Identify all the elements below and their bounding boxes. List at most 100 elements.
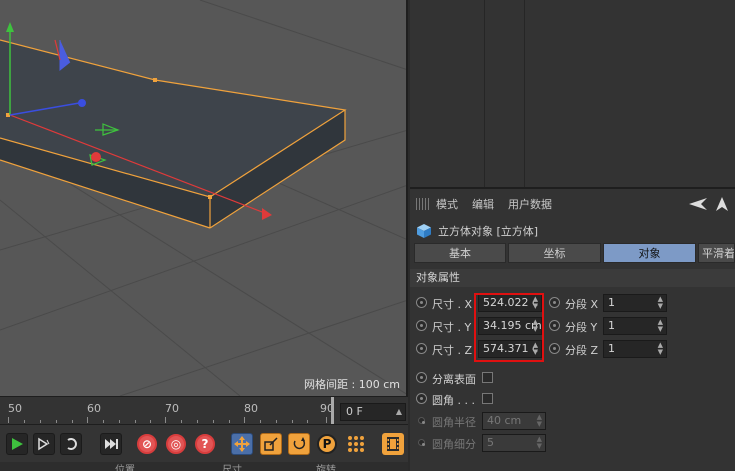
object-manager-panel[interactable] xyxy=(410,0,735,187)
tick-label: 60 xyxy=(87,402,101,415)
move-arrows-icon xyxy=(234,436,250,452)
coord-rotation-label: 旋转 xyxy=(316,465,336,471)
animate-radio[interactable] xyxy=(416,297,427,308)
move-key-button[interactable] xyxy=(231,433,253,455)
up-arrow-icon[interactable] xyxy=(715,196,729,212)
fillet-radius-row: 圆角半径 40 cm ▲ ▼ xyxy=(410,411,735,431)
separate-surfaces-row: 分离表面 xyxy=(410,368,735,388)
menu-mode[interactable]: 模式 xyxy=(436,196,458,212)
object-title: 立方体对象 [立方体] xyxy=(438,225,539,238)
go-to-end-icon xyxy=(105,439,118,449)
viewport-scene xyxy=(0,0,406,396)
current-frame-field[interactable]: 0 F ▲▼ xyxy=(340,403,406,432)
scale-icon xyxy=(264,437,278,451)
animate-radio[interactable] xyxy=(416,320,427,331)
fillet-subdivision-label: 圆角细分 xyxy=(432,438,476,451)
coord-position-label: 位置 xyxy=(115,465,135,471)
fillet-radius-field: 40 cm ▲ ▼ xyxy=(482,412,546,430)
tick-label: 80 xyxy=(244,402,258,415)
segments-x-label: 分段 X xyxy=(565,298,599,311)
segments-z-label: 分段 Z xyxy=(565,344,599,357)
transport-toolbar: ⊘ ◎ ? P xyxy=(0,424,408,462)
autokey-button[interactable]: ◎ xyxy=(165,433,187,455)
segments-y-label: 分段 Y xyxy=(565,321,598,334)
animate-radio[interactable] xyxy=(549,320,560,331)
film-strip-icon xyxy=(387,437,399,451)
loop-icon xyxy=(67,438,77,450)
animate-radio xyxy=(418,439,425,446)
size-z-label: 尺寸 . Z xyxy=(432,344,473,357)
param-key-button[interactable]: P xyxy=(316,433,338,455)
size-y-row: 尺寸 . Y 34.195 cm ▲ ▼ 分段 Y 1 ▲ ▼ xyxy=(410,316,735,336)
record-key-button[interactable]: ⊘ xyxy=(136,433,158,455)
tick-label: 50 xyxy=(8,402,22,415)
size-z-row: 尺寸 . Z 574.371 c ▲ ▼ 分段 Z 1 ▲ ▼ xyxy=(410,339,735,359)
frame-value: 0 F xyxy=(346,405,363,418)
grid-spacing-label: 网格间距 : 100 cm xyxy=(304,378,400,391)
segments-x-field[interactable]: 1 ▲ ▼ xyxy=(603,294,667,312)
tab-object[interactable]: 对象 xyxy=(603,243,696,263)
separate-surfaces-label: 分离表面 xyxy=(432,373,476,386)
cube-icon xyxy=(417,224,431,238)
fillet-subdivision-field: 5 ▲ ▼ xyxy=(482,434,546,452)
menu-edit[interactable]: 编辑 xyxy=(472,196,494,212)
attributes-menubar: 模式 编辑 用户数据 xyxy=(410,193,735,215)
play-icon xyxy=(12,438,23,450)
coordinates-bar: 位置 尺寸 旋转 xyxy=(0,462,408,471)
next-key-button[interactable] xyxy=(33,433,55,455)
timeline-window-button[interactable] xyxy=(382,433,404,455)
segments-z-value: 1 xyxy=(608,342,615,355)
timeline[interactable]: 50 60 70 80 90 0 F ▲▼ xyxy=(0,396,408,432)
animate-radio[interactable] xyxy=(416,343,427,354)
animate-radio xyxy=(418,417,425,424)
play-button[interactable] xyxy=(6,433,28,455)
animate-radio[interactable] xyxy=(416,372,427,383)
section-object-properties: 对象属性 xyxy=(410,269,735,287)
param-key-icon: P xyxy=(317,434,337,454)
tab-phong[interactable]: 平滑着 xyxy=(698,243,735,263)
size-x-label: 尺寸 . X xyxy=(432,298,473,311)
segments-y-value: 1 xyxy=(608,319,615,332)
loop-button[interactable] xyxy=(60,433,82,455)
animate-radio[interactable] xyxy=(549,297,560,308)
fillet-radius-value: 40 cm xyxy=(487,414,522,427)
tick-label: 70 xyxy=(165,402,179,415)
coord-size-label: 尺寸 xyxy=(222,465,242,471)
object-header: 立方体对象 [立方体] xyxy=(416,221,538,241)
segments-z-field[interactable]: 1 ▲ ▼ xyxy=(603,340,667,358)
rotate-icon xyxy=(293,437,306,450)
animate-radio[interactable] xyxy=(416,393,427,404)
fillet-subdivision-row: 圆角细分 5 ▲ ▼ xyxy=(410,433,735,453)
autokey-icon: ◎ xyxy=(166,434,186,454)
tab-basic[interactable]: 基本 xyxy=(414,243,506,263)
dot-grid-icon xyxy=(348,436,364,452)
help-button[interactable]: ? xyxy=(194,433,216,455)
back-arrow-icon[interactable] xyxy=(687,196,709,212)
size-y-label: 尺寸 . Y xyxy=(432,321,472,334)
grip-icon[interactable] xyxy=(416,198,430,210)
fillet-subdivision-value: 5 xyxy=(487,436,494,449)
size-fields-highlight xyxy=(474,293,544,362)
timeline-ruler[interactable]: 50 60 70 80 90 xyxy=(0,397,336,425)
fillet-checkbox[interactable] xyxy=(482,393,493,404)
fillet-row: 圆角 . . . xyxy=(410,389,735,409)
segments-x-value: 1 xyxy=(608,296,615,309)
menu-user-data[interactable]: 用户数据 xyxy=(508,196,552,212)
record-key-icon: ⊘ xyxy=(137,434,157,454)
go-to-end-button[interactable] xyxy=(100,433,122,455)
attributes-panel: 模式 编辑 用户数据 立方体对象 [立方体] 基本 坐标 对象 平滑着 对象属性… xyxy=(410,187,735,471)
separate-surfaces-checkbox[interactable] xyxy=(482,372,493,383)
point-key-button[interactable] xyxy=(345,433,367,455)
fillet-radius-label: 圆角半径 xyxy=(432,416,476,429)
help-icon: ? xyxy=(195,434,215,454)
next-key-icon xyxy=(38,437,50,451)
scale-key-button[interactable] xyxy=(260,433,282,455)
animate-radio[interactable] xyxy=(549,343,560,354)
segments-y-field[interactable]: 1 ▲ ▼ xyxy=(603,317,667,335)
fillet-label: 圆角 . . . xyxy=(432,394,475,407)
tab-coordinates[interactable]: 坐标 xyxy=(508,243,601,263)
rotate-key-button[interactable] xyxy=(288,433,310,455)
size-x-row: 尺寸 . X 524.022 c ▲ ▼ 分段 X 1 ▲ ▼ xyxy=(410,293,735,313)
3d-viewport[interactable]: 网格间距 : 100 cm xyxy=(0,0,408,396)
attribute-tabs: 基本 坐标 对象 平滑着 xyxy=(414,243,735,263)
